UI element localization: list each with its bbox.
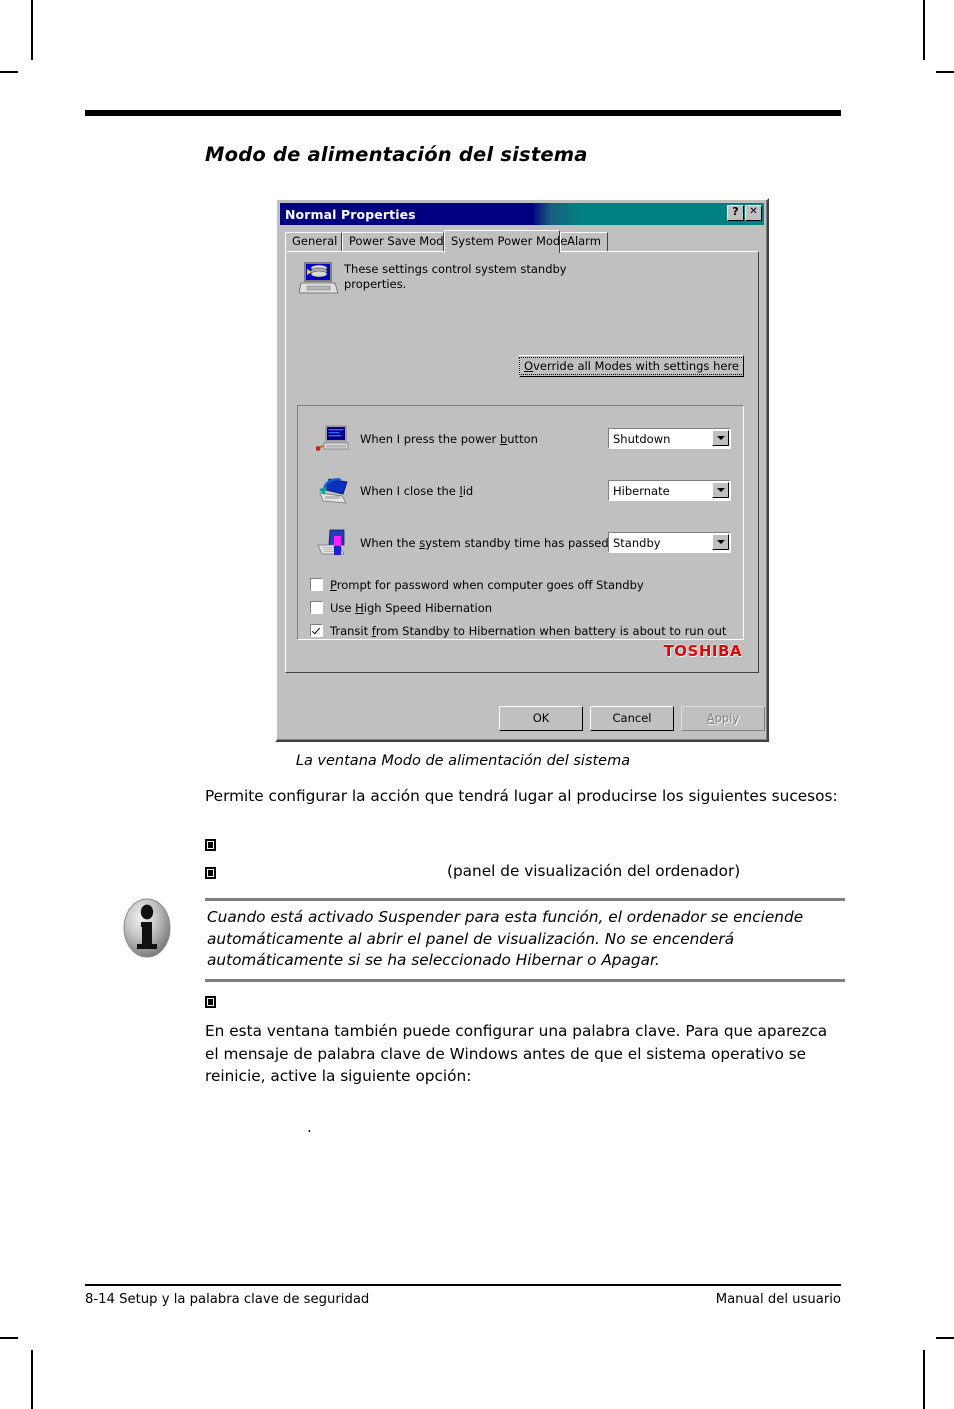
option-label-post: utton: [507, 432, 538, 446]
bullet-2-trailing-text: (panel de visualización del ordenador): [447, 862, 741, 880]
option-label-system-standby: When the system standby time has passed: [360, 536, 609, 550]
footer-chapter-label: 8-14 Setup y la palabra clave de segurid…: [85, 1292, 370, 1307]
bullet-square-2: [205, 867, 216, 879]
help-icon[interactable]: ?: [727, 205, 744, 221]
chevron-down-icon[interactable]: [712, 482, 729, 498]
note-rule-bottom: [205, 978, 845, 982]
option-label-power-button: When I press the power button: [360, 432, 538, 446]
checkbox-row-prompt-password[interactable]: Prompt for password when computer goes o…: [310, 576, 644, 593]
dialog-title: Normal Properties: [285, 206, 416, 222]
panel-description: These settings control system standby pr…: [344, 262, 567, 291]
dialog-tabstrip: General Power Save Mode System Power Mod…: [285, 230, 759, 253]
note-text: Cuando está activado Suspender para esta…: [207, 908, 804, 969]
option-row-power-button: When I press the power button Shutdown: [298, 424, 743, 456]
checkbox-label-transit-standby-hibernation: Transit from Standby to Hibernation when…: [330, 624, 726, 638]
note-block: Cuando está activado Suspender para esta…: [205, 898, 845, 982]
checkbox-transit-standby-hibernation[interactable]: [310, 624, 323, 637]
header-rule: [85, 110, 841, 116]
checkbox-label-high-speed-hibernation: Use High Speed Hibernation: [330, 601, 492, 615]
crop-mark-bottom-left-horizontal: [0, 1337, 18, 1339]
checkbox-row-transit-standby-hibernation[interactable]: Transit from Standby to Hibernation when…: [310, 622, 726, 639]
option-label-post: id: [462, 484, 474, 498]
tab-system-power-mode[interactable]: System Power Mode: [444, 230, 567, 253]
power-button-action-dropdown[interactable]: Shutdown: [608, 428, 731, 449]
toshiba-logo: TOSHIBA: [663, 642, 742, 660]
override-all-modes-button[interactable]: Override all Modes with settings here: [519, 355, 744, 377]
power-button-action-value: Shutdown: [613, 431, 671, 446]
figure-caption: La ventana Modo de alimentación del sist…: [295, 753, 631, 769]
override-button-focus-ring: Override all Modes with settings here: [519, 357, 744, 375]
checkbox-high-speed-hibernation[interactable]: [310, 601, 323, 614]
ok-button[interactable]: OK: [499, 706, 583, 731]
crop-mark-top-left-vertical: [31, 0, 33, 60]
checkbox-label-post: rompt for password when computer goes of…: [336, 577, 644, 592]
cancel-button[interactable]: Cancel: [590, 706, 674, 731]
close-lid-action-value: Hibernate: [613, 483, 670, 498]
crop-mark-top-right-vertical: [923, 0, 925, 60]
crop-mark-top-left-horizontal: [0, 71, 18, 73]
system-standby-action-value: Standby: [613, 535, 661, 550]
option-label-close-lid: When I close the lid: [360, 484, 473, 498]
footer-manual-label: Manual del usuario: [715, 1292, 841, 1307]
checkbox-row-high-speed-hibernation[interactable]: Use High Speed Hibernation: [310, 599, 492, 616]
option-label-pre: When the: [360, 536, 420, 550]
bullet-square-3: [205, 996, 216, 1008]
option-label-post: ystem standby time has passed: [425, 536, 609, 550]
desktop-power-button-icon: [316, 425, 349, 451]
paragraph-password: En esta ventana también puede configurar…: [205, 1022, 828, 1085]
system-power-mode-panel: These settings control system standby pr…: [285, 251, 759, 673]
apply-button[interactable]: Apply: [681, 706, 765, 731]
option-row-close-lid: When I close the lid Hibernate: [298, 476, 743, 508]
checkbox-label-pre: Transit: [330, 623, 372, 638]
dialog-titlebar[interactable]: Normal Properties ? ✕: [280, 203, 764, 225]
override-button-label: verride all Modes with settings here: [533, 359, 739, 373]
tab-general[interactable]: General: [285, 232, 342, 251]
option-label-pre: When I close the: [360, 484, 460, 498]
crop-mark-bottom-right-horizontal: [936, 1337, 954, 1339]
bullet-square-1: [205, 839, 216, 851]
option-label-pre: When I press the power: [360, 432, 500, 446]
checkbox-prompt-password[interactable]: [310, 578, 323, 591]
laptop-disk-icon: [299, 262, 339, 294]
titlebar-buttons: ? ✕: [727, 205, 762, 221]
override-button-accel: O: [524, 359, 534, 373]
checkbox-label-post: rom Standby to Hibernation when battery …: [375, 623, 727, 638]
crop-mark-bottom-right-vertical: [923, 1350, 925, 1409]
page-title: Modo de alimentación del sistema: [205, 143, 588, 166]
info-icon: [123, 898, 171, 958]
checkbox-label-accel: H: [355, 600, 364, 615]
trailing-period: .: [307, 1118, 312, 1136]
apply-button-label: pply: [714, 711, 740, 725]
tab-alarm[interactable]: Alarm: [560, 232, 608, 251]
chevron-down-icon[interactable]: [712, 430, 729, 446]
crop-mark-top-right-horizontal: [936, 71, 954, 73]
close-icon[interactable]: ✕: [745, 205, 762, 221]
chevron-down-icon[interactable]: [712, 534, 729, 550]
checkbox-label-pre: Use: [330, 600, 356, 615]
close-lid-action-dropdown[interactable]: Hibernate: [608, 480, 731, 501]
laptop-close-lid-icon: [319, 478, 348, 504]
tab-power-save-mode[interactable]: Power Save Mode: [342, 232, 451, 251]
power-actions-groupbox: When I press the power button Shutdown W…: [297, 405, 744, 640]
crop-mark-bottom-left-vertical: [31, 1350, 33, 1409]
manual-page: Modo de alimentación del sistema Normal …: [85, 0, 845, 1409]
option-row-system-standby: When the system standby time has passed …: [298, 528, 743, 560]
checkbox-label-accel: P: [330, 577, 337, 592]
dialog-button-bar: OK Cancel Apply: [285, 706, 765, 732]
footer-rule: [85, 1284, 841, 1286]
checkbox-label-prompt-password: Prompt for password when computer goes o…: [330, 578, 644, 592]
system-standby-action-dropdown[interactable]: Standby: [608, 532, 731, 553]
apply-button-accel: A: [706, 711, 715, 725]
paragraph-intro: Permite configurar la acción que tendrá …: [205, 787, 838, 805]
laptop-standby-icon: [317, 529, 345, 555]
checkbox-label-post: igh Speed Hibernation: [363, 600, 493, 615]
normal-properties-dialog: Normal Properties ? ✕ General Power Save…: [275, 198, 769, 742]
